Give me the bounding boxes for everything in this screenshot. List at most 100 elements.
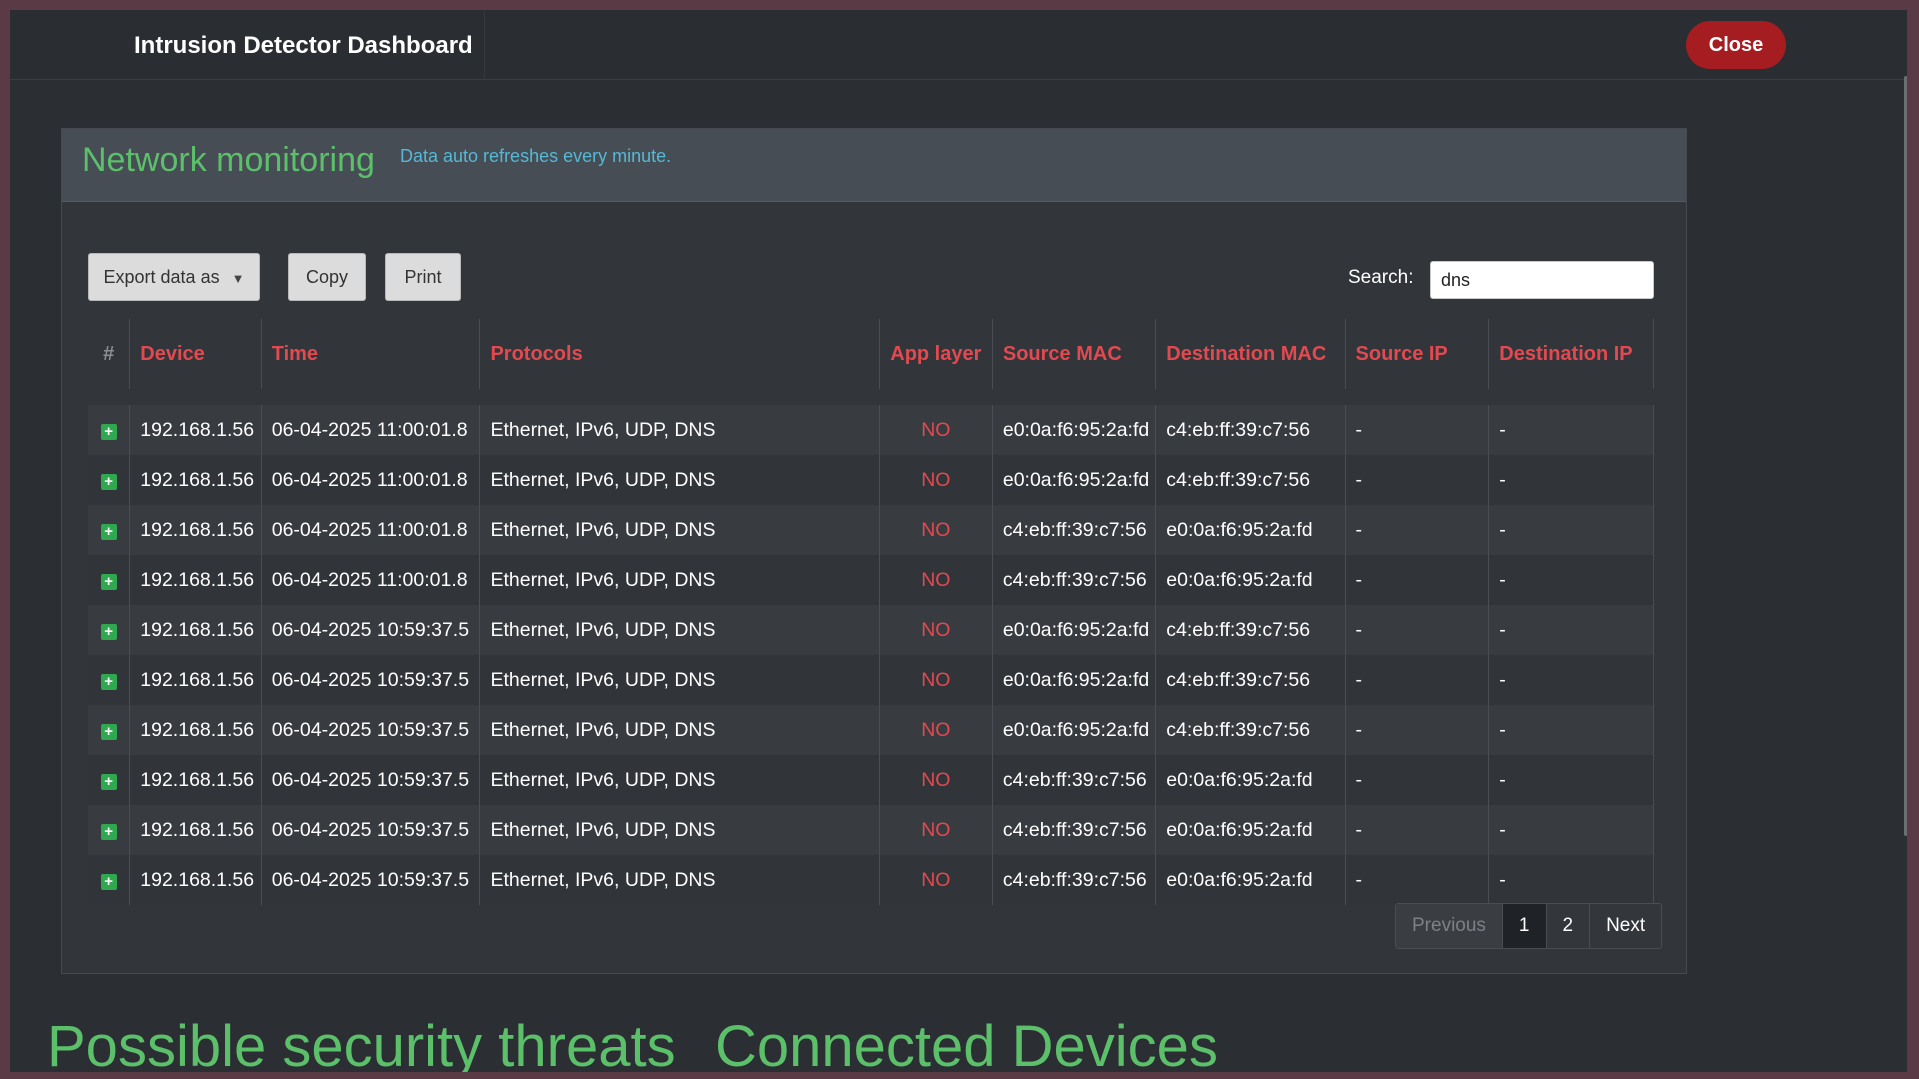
destination-mac-cell: c4:eb:ff:39:c7:56 [1155, 455, 1346, 505]
time-cell: 06-04-2025 11:00:01.8 [261, 555, 481, 605]
page-2-button[interactable]: 2 [1546, 904, 1591, 948]
app-window: Intrusion Detector Dashboard Close Netwo… [10, 10, 1907, 1072]
next-page-button[interactable]: Next [1590, 904, 1662, 948]
plus-square-icon[interactable]: + [100, 423, 117, 440]
destination-mac-cell: e0:0a:f6:95:2a:fd [1155, 555, 1346, 605]
app-layer-cell: NO [879, 705, 993, 755]
previous-page-button[interactable]: Previous [1396, 904, 1503, 948]
col-destination-mac-header[interactable]: Destination MAC [1155, 319, 1346, 397]
plus-square-icon[interactable]: + [100, 823, 117, 840]
protocols-cell: Ethernet, IPv6, UDP, DNS [479, 705, 880, 755]
plus-square-icon[interactable]: + [100, 773, 117, 790]
traffic-table: # Device Time Protocols App layer Source MAC D… [88, 319, 1654, 905]
export-dropdown-button[interactable]: Export data as ▼ [88, 253, 260, 301]
row-expand-cell: + [88, 389, 131, 455]
source-mac-cell: e0:0a:f6:95:2a:fd [992, 389, 1157, 455]
device-cell: 192.168.1.56 [129, 755, 262, 805]
col-destination-ip-header[interactable]: Destination IP [1488, 319, 1654, 397]
destination-ip-cell: - [1488, 755, 1654, 805]
destination-ip-cell: - [1488, 555, 1654, 605]
col-device-header[interactable]: Device [129, 319, 262, 397]
app-layer-cell: NO [879, 855, 993, 905]
col-time-header[interactable]: Time [261, 319, 481, 397]
device-cell: 192.168.1.56 [129, 605, 262, 655]
plus-square-icon[interactable]: + [100, 873, 117, 890]
app-layer-cell: NO [879, 389, 993, 455]
source-mac-cell: e0:0a:f6:95:2a:fd [992, 705, 1157, 755]
device-cell: 192.168.1.56 [129, 389, 262, 455]
row-expand-cell: + [88, 605, 131, 655]
row-expand-cell: + [88, 455, 131, 505]
row-expand-cell: + [88, 505, 131, 555]
col-source-ip-header[interactable]: Source IP [1345, 319, 1490, 397]
col-protocols-header[interactable]: Protocols [479, 319, 880, 397]
caret-down-icon: ▼ [231, 270, 245, 286]
source-mac-cell: c4:eb:ff:39:c7:56 [992, 755, 1157, 805]
table-row: +192.168.1.56 06-04-2025 10:59:37.5 Ethern… [88, 705, 1654, 755]
network-monitoring-panel: Network monitoring Data auto refreshes e… [61, 128, 1687, 974]
refresh-note: Data auto refreshes every minute. [400, 146, 672, 166]
plus-square-icon[interactable]: + [100, 473, 117, 490]
destination-mac-cell: c4:eb:ff:39:c7:56 [1155, 605, 1346, 655]
plus-square-icon[interactable]: + [100, 573, 117, 590]
col-number-header[interactable]: # [88, 319, 131, 397]
destination-ip-cell: - [1488, 389, 1654, 455]
app-layer-cell: NO [879, 805, 993, 855]
protocols-cell: Ethernet, IPv6, UDP, DNS [479, 805, 880, 855]
source-mac-cell: c4:eb:ff:39:c7:56 [992, 505, 1157, 555]
destination-mac-cell: e0:0a:f6:95:2a:fd [1155, 805, 1346, 855]
row-expand-cell: + [88, 705, 131, 755]
col-source-mac-header[interactable]: Source MAC [992, 319, 1157, 397]
destination-mac-cell: c4:eb:ff:39:c7:56 [1155, 705, 1346, 755]
threats-section-title: Possible security threats [47, 1014, 676, 1072]
devices-section-title: Connected Devices [715, 1014, 1218, 1072]
source-ip-cell: - [1345, 755, 1490, 805]
source-ip-cell: - [1345, 655, 1490, 705]
table-row: +192.168.1.56 06-04-2025 10:59:37.5 Ethern… [88, 755, 1654, 805]
time-cell: 06-04-2025 11:00:01.8 [261, 389, 481, 455]
source-ip-cell: - [1345, 605, 1490, 655]
source-ip-cell: - [1345, 805, 1490, 855]
destination-mac-cell: c4:eb:ff:39:c7:56 [1155, 655, 1346, 705]
source-ip-cell: - [1345, 505, 1490, 555]
device-cell: 192.168.1.56 [129, 855, 262, 905]
panel-header: Network monitoring Data auto refreshes e… [62, 129, 1686, 202]
destination-mac-cell: e0:0a:f6:95:2a:fd [1155, 755, 1346, 805]
time-cell: 06-04-2025 11:00:01.8 [261, 505, 481, 555]
time-cell: 06-04-2025 10:59:37.5 [261, 605, 481, 655]
plus-square-icon[interactable]: + [100, 723, 117, 740]
destination-ip-cell: - [1488, 605, 1654, 655]
print-button[interactable]: Print [385, 253, 461, 301]
col-app-layer-header[interactable]: App layer [879, 319, 993, 397]
protocols-cell: Ethernet, IPv6, UDP, DNS [479, 505, 880, 555]
source-ip-cell: - [1345, 705, 1490, 755]
close-button[interactable]: Close [1686, 21, 1786, 69]
table-row: +192.168.1.56 06-04-2025 11:00:01.8 Ethern… [88, 505, 1654, 555]
export-label: Export data as [103, 266, 220, 287]
plus-square-icon[interactable]: + [100, 523, 117, 540]
table-header-row: # Device Time Protocols App layer Source MAC D… [88, 319, 1654, 397]
title-divider [484, 10, 485, 79]
app-layer-cell: NO [879, 755, 993, 805]
source-ip-cell: - [1345, 455, 1490, 505]
copy-button[interactable]: Copy [288, 253, 366, 301]
app-layer-cell: NO [879, 605, 993, 655]
device-cell: 192.168.1.56 [129, 805, 262, 855]
plus-square-icon[interactable]: + [100, 673, 117, 690]
source-mac-cell: c4:eb:ff:39:c7:56 [992, 855, 1157, 905]
time-cell: 06-04-2025 10:59:37.5 [261, 705, 481, 755]
page-1-button[interactable]: 1 [1502, 904, 1547, 948]
table-row: +192.168.1.56 06-04-2025 10:59:37.5 Ethern… [88, 605, 1654, 655]
pagination: Previous 1 2 Next [1395, 903, 1663, 949]
destination-mac-cell: c4:eb:ff:39:c7:56 [1155, 389, 1346, 455]
destination-ip-cell: - [1488, 705, 1654, 755]
search-input[interactable] [1430, 261, 1654, 299]
plus-square-icon[interactable]: + [100, 623, 117, 640]
source-mac-cell: c4:eb:ff:39:c7:56 [992, 555, 1157, 605]
source-mac-cell: e0:0a:f6:95:2a:fd [992, 455, 1157, 505]
device-cell: 192.168.1.56 [129, 655, 262, 705]
source-ip-cell: - [1345, 389, 1490, 455]
source-ip-cell: - [1345, 855, 1490, 905]
page-scrollbar[interactable] [1904, 76, 1907, 836]
table-row: +192.168.1.56 06-04-2025 10:59:37.5 Ethern… [88, 855, 1654, 905]
